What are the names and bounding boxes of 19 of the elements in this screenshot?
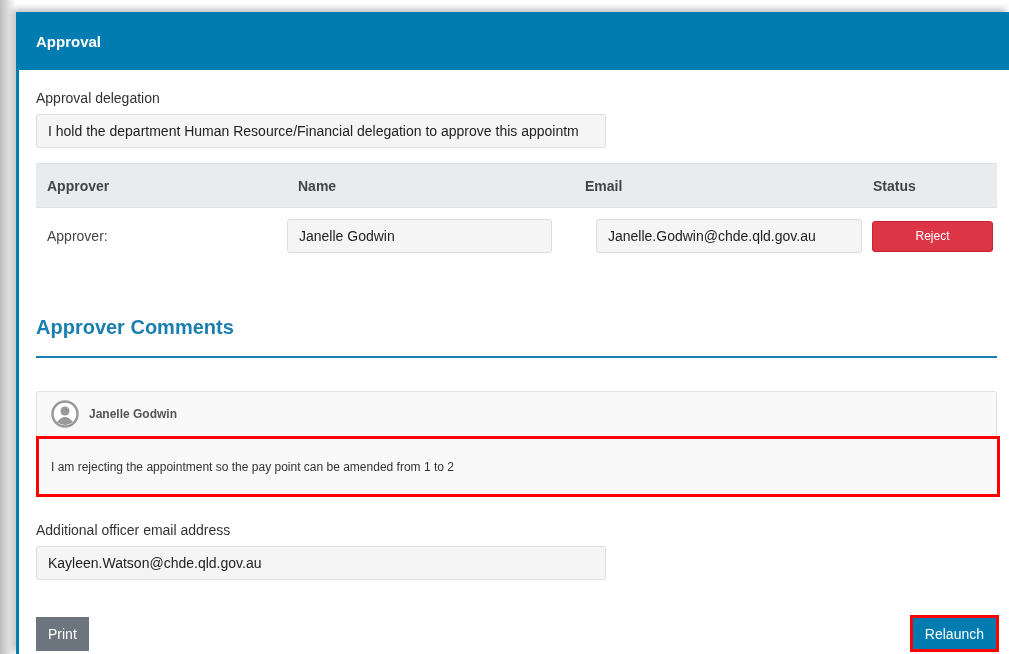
column-header: Approver	[47, 177, 110, 194]
field-label: Additional officer email address	[36, 522, 232, 538]
field-label: Approval delegation	[36, 90, 161, 106]
avatar-icon	[51, 400, 79, 428]
reject-button[interactable]: Reject	[872, 220, 993, 252]
delegation-field[interactable]: I hold the department Human Resource/Financial delegation to approve this appointm	[36, 114, 606, 148]
email-field[interactable]: Janelle.Godwin@chde.qld.gov.au	[596, 219, 862, 253]
column-header: Status	[873, 177, 916, 194]
comment-author: Janelle Godwin	[89, 407, 178, 421]
print-button[interactable]: Print	[36, 616, 89, 651]
column-header: Name	[298, 177, 337, 194]
section-heading: Approver Comments	[36, 316, 234, 338]
panel-title: Approval	[36, 32, 101, 50]
column-header: Email	[585, 177, 623, 194]
relaunch-button[interactable]: Relaunch	[909, 615, 999, 652]
name-field[interactable]: Janelle Godwin	[287, 219, 552, 253]
comment-text: I am rejecting the appointment so the pay point can be amended from 1 to 2	[36, 436, 1000, 497]
email-field[interactable]: Kayleen.Watson@chde.qld.gov.au	[36, 546, 606, 580]
table-cell: Approver:	[47, 228, 108, 244]
